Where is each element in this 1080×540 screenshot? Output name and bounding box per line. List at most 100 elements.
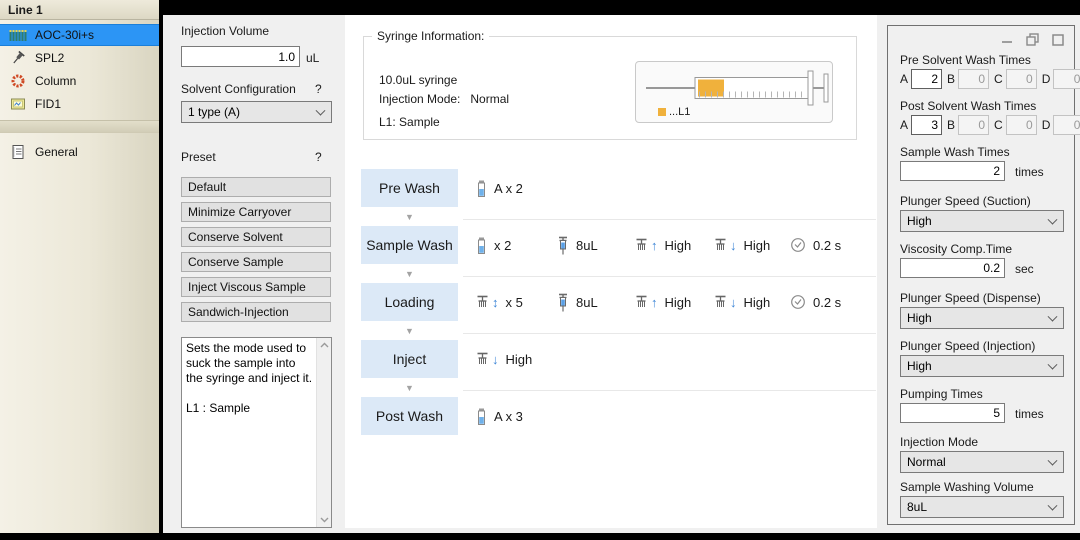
preset-conserve-sample-button[interactable]: Conserve Sample [181,252,331,272]
solvent-configuration-help-icon[interactable]: ? [315,82,322,96]
chevron-down-icon [1048,456,1058,466]
plunger-speed-suction-label: Plunger Speed (Suction) [900,194,1031,208]
plunger-speed-suction-select[interactable]: High [900,210,1064,232]
wash-a-label: A [900,118,908,132]
sidebar-item-fid1[interactable]: FID1 [0,93,159,115]
vial-icon [476,408,487,425]
legend-label: ...L1 [669,106,690,118]
preset-sandwich-injection-button[interactable]: Sandwich-Injection [181,302,331,322]
preset-inject-viscous-sample-button[interactable]: Inject Viscous Sample [181,277,331,297]
viscosity-comp-time-input[interactable] [900,258,1005,278]
post-solvent-a-input[interactable] [911,115,942,135]
plunger-up-icon [635,295,649,309]
plunger-up-icon [635,238,649,252]
step-flow-arrow-icon: ▼ [361,383,458,393]
injection-mode-value: Normal [907,455,946,469]
pre-solvent-a-input[interactable] [911,69,942,89]
post-solvent-b-input [958,115,989,135]
minimize-icon[interactable] [1001,34,1013,46]
injection-volume-input[interactable] [181,46,300,67]
loading-dispense-speed: High [714,295,790,310]
step-inject-button[interactable]: Inject [361,340,458,378]
syringe-legend: ...L1 [658,106,690,118]
vial-icon [476,237,487,254]
pumping-count: x 5 [506,295,523,310]
preset-minimize-carryover-button[interactable]: Minimize Carryover [181,202,331,222]
preset-label: Preset [181,150,216,164]
sample-washing-volume-select[interactable]: 8uL [900,496,1064,518]
sidebar-item-label: FID1 [35,97,61,111]
wash-a-label: A [900,72,908,86]
description-scrollbar[interactable] [316,338,331,527]
scroll-up-icon [320,342,329,348]
preset-conserve-solvent-button[interactable]: Conserve Solvent [181,227,331,247]
plunger-speed-dispense-value: High [907,311,932,325]
step-pre-wash-button[interactable]: Pre Wash [361,169,458,207]
post-solvent-c-input [1006,115,1037,135]
chevron-down-icon [1048,501,1058,511]
sample-washing-volume-label: Sample Washing Volume [900,480,1034,494]
sample-wash-volume-setting: 8uL [557,236,635,255]
sidebar-item-label: AOC-30i+s [35,28,94,42]
sample-wash-times-unit: times [1015,165,1044,179]
wash-b-label: B [947,72,955,86]
general-icon [7,144,29,160]
pre-solvent-c-input [1006,69,1037,89]
chevron-down-icon [1048,215,1058,225]
sidebar-item-spl2[interactable]: SPL2 [0,47,159,69]
panel-window-controls [1001,33,1064,46]
pumping-times-input[interactable] [900,403,1005,423]
wash-d-label: D [1042,72,1051,86]
solvent-configuration-label: Solvent Configuration [181,82,296,96]
detector-icon [7,96,29,112]
row-divider [463,390,876,391]
injection-mode-select[interactable]: Normal [900,451,1064,473]
step-sample-wash-button[interactable]: Sample Wash [361,226,458,264]
sample-wash-times-label: Sample Wash Times [900,145,1010,159]
sidebar-item-column[interactable]: Column [0,70,159,92]
plunger-speed-injection-value: High [907,359,932,373]
plunger-speed-injection-label: Plunger Speed (Injection) [900,339,1035,353]
up-arrow-icon [651,296,658,309]
sidebar-separator [0,120,159,133]
wash-c-label: C [994,72,1003,86]
solvent-configuration-select[interactable]: 1 type (A) [181,101,332,123]
plunger-speed-dispense-select[interactable]: High [900,307,1064,329]
clock-icon [790,294,806,310]
line1-header: Line 1 [0,0,159,20]
sample-wash-viscosity-time: 0.2 s [790,237,841,253]
preset-default-button[interactable]: Default [181,177,331,197]
restore-icon[interactable] [1026,33,1039,46]
row-divider [463,219,876,220]
sidebar-item-general[interactable]: General [0,141,159,163]
wash-c-label: C [994,118,1003,132]
loading-pumping-setting: x 5 [476,295,557,310]
post-wash-count: A x 3 [494,409,523,424]
step-loading-button[interactable]: Loading [361,283,458,321]
plunger-down-icon [476,352,490,366]
maximize-icon[interactable] [1052,34,1064,46]
loading-volume: 8uL [576,295,598,310]
pre-wash-settings-row: A x 2 [476,169,876,207]
step-flow-arrow-icon: ▼ [361,326,458,336]
pre-solvent-wash-row: A B C D [898,69,1080,89]
sidebar-item-aoc30is[interactable]: AOC-30i+s [0,24,159,46]
sample-wash-times-input[interactable] [900,161,1005,181]
syringe-icon [557,293,569,312]
inject-settings-row: High [476,340,876,378]
pumping-times-label: Pumping Times [900,387,983,401]
advanced-settings-panel: Pre Solvent Wash Times A B C D Post Solv… [887,25,1075,525]
up-down-arrow-icon [492,296,499,309]
plunger-speed-injection-select[interactable]: High [900,355,1064,377]
step-post-wash-button[interactable]: Post Wash [361,397,458,435]
up-arrow-icon [651,239,658,252]
wash-d-label: D [1042,118,1051,132]
description-box: Sets the mode used to suck the sample in… [181,337,332,528]
preset-help-icon[interactable]: ? [315,150,322,164]
chevron-down-icon [1048,360,1058,370]
chevron-down-icon [1048,312,1058,322]
down-arrow-icon [730,239,737,252]
solvent-configuration-value: 1 type (A) [188,105,240,119]
post-wash-vial-setting: A x 3 [476,408,557,425]
sample-wash-dispense-speed: High [714,238,790,253]
